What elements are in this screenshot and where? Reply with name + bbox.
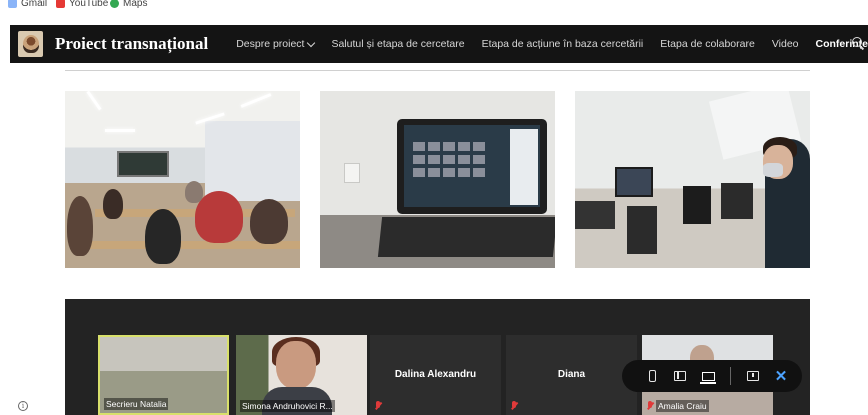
chevron-down-icon	[307, 38, 316, 47]
photo-student	[103, 189, 123, 219]
mic-off-icon	[374, 401, 382, 411]
bookmark-maps[interactable]: Maps	[110, 0, 147, 10]
phone-icon	[648, 370, 656, 382]
mic-off-icon	[510, 401, 518, 411]
photo-tower	[627, 206, 657, 254]
close-icon: ✕	[774, 367, 788, 385]
maps-icon	[110, 0, 119, 8]
photo-lamp	[105, 129, 135, 132]
desktop-view-button[interactable]	[694, 360, 722, 392]
photo-call-tile	[442, 167, 456, 178]
photo-call-tile	[427, 154, 441, 165]
site-brand[interactable]: Proiect transnațional	[55, 34, 208, 54]
photo-tower	[721, 183, 753, 219]
photo-student	[185, 181, 203, 203]
close-toolbar-button[interactable]: ✕	[767, 360, 795, 392]
info-icon[interactable]: i	[18, 401, 28, 411]
bookmark-youtube[interactable]: YouTube	[56, 0, 108, 10]
bookmarks-bar: Gmail YouTube Maps	[0, 0, 868, 25]
participant-name: Simona Andruhovici R...	[240, 400, 335, 412]
feedback-button[interactable]	[739, 360, 767, 392]
tablet-icon	[674, 371, 686, 381]
device-preview-toolbar: ✕	[622, 360, 802, 392]
gmail-icon	[8, 0, 17, 8]
photo-call-tile	[412, 141, 426, 152]
photo-call-tile	[442, 141, 456, 152]
photo-call-tile	[457, 154, 471, 165]
toolbar-separator	[730, 367, 731, 385]
gallery-photo-laptop[interactable]	[320, 91, 555, 268]
photo-call-tile	[472, 154, 486, 165]
photo-student	[195, 191, 243, 243]
photo-call-tile	[472, 167, 486, 178]
section-divider	[65, 70, 810, 71]
participant-name: Secrieru Natalia	[104, 398, 169, 410]
participant-tile[interactable]: Secrieru Natalia	[98, 335, 229, 415]
photo-blackboard	[117, 151, 169, 177]
participant-name: Diana	[557, 369, 586, 380]
photo-call-tile	[457, 141, 471, 152]
logo-portrait-icon	[22, 35, 39, 53]
tablet-view-button[interactable]	[666, 360, 694, 392]
participant-tile[interactable]: Simona Andruhovici R...	[236, 335, 367, 415]
comment-icon	[747, 371, 759, 381]
bookmark-label: YouTube	[69, 0, 109, 9]
nav-item-video[interactable]: Video	[772, 38, 799, 50]
photo-lamp	[86, 91, 102, 111]
photo-student	[67, 196, 93, 256]
photo-outlet	[344, 163, 360, 183]
photo-laptop-keyboard	[377, 217, 555, 257]
gallery-photo-classroom[interactable]	[65, 91, 300, 268]
photo-monitor	[615, 167, 653, 197]
bookmark-label: Gmail	[21, 0, 48, 9]
nav-item-despre-proiect[interactable]: Despre proiect	[236, 38, 316, 50]
photo-chat-panel	[510, 129, 538, 205]
photo-call-tile	[427, 141, 441, 152]
bookmark-label: Maps	[123, 0, 148, 9]
bookmark-gmail[interactable]: Gmail	[8, 0, 47, 10]
nav-item-salutul[interactable]: Salutul și etapa de cercetare	[331, 38, 464, 50]
nav-item-etapa-colaborare[interactable]: Etapa de colaborare	[660, 38, 755, 50]
youtube-icon	[56, 0, 65, 8]
nav-item-label: Despre proiect	[236, 38, 305, 50]
participant-face	[276, 341, 316, 389]
laptop-icon	[699, 371, 716, 384]
gallery-photo-computer-lab[interactable]	[575, 91, 810, 268]
participant-tile[interactable]: Dalina Alexandru	[370, 335, 501, 415]
photo-student	[145, 209, 181, 264]
mic-off-icon	[646, 401, 654, 411]
participant-tile[interactable]: Diana	[506, 335, 637, 415]
photo-monitor	[683, 186, 711, 224]
photo-student	[250, 199, 288, 244]
photo-call-tile	[442, 154, 456, 165]
participant-name: Amalia Craiu	[656, 400, 709, 412]
photo-monitor	[575, 201, 615, 229]
search-icon[interactable]	[852, 37, 864, 51]
site-logo[interactable]	[18, 31, 44, 57]
photo-wall	[205, 121, 300, 201]
photo-person-mask	[763, 163, 783, 177]
participant-name: Dalina Alexandru	[394, 369, 477, 380]
photo-call-tile	[457, 167, 471, 178]
photo-lamp	[240, 93, 272, 108]
photo-call-tile	[472, 141, 486, 152]
photo-call-tile	[412, 154, 426, 165]
site-navbar: Proiect transnațional Despre proiect Sal…	[10, 25, 868, 63]
photo-call-tile	[412, 167, 426, 178]
photo-call-tile	[427, 167, 441, 178]
nav-item-etapa-actiune[interactable]: Etapa de acțiune în baza cercetării	[482, 38, 644, 50]
main-menu: Despre proiect Salutul și etapa de cerce…	[236, 38, 868, 50]
mobile-view-button[interactable]	[638, 360, 666, 392]
